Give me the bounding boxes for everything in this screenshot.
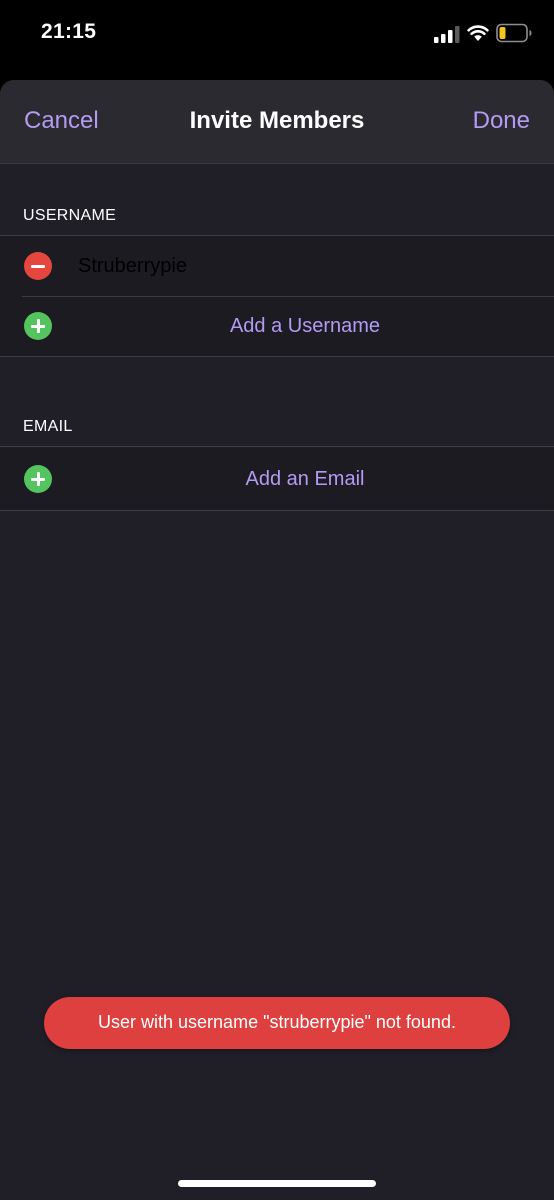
status-time: 21:15: [41, 20, 97, 43]
username-input[interactable]: [78, 251, 518, 281]
username-section-header: USERNAME: [23, 207, 117, 224]
username-entry-row: [0, 236, 554, 296]
battery-low-icon: [496, 23, 532, 43]
done-button[interactable]: Done: [473, 107, 530, 135]
email-section-header: EMAIL: [23, 418, 73, 435]
home-indicator[interactable]: [178, 1180, 376, 1187]
add-email-row[interactable]: Add an Email: [0, 447, 554, 510]
page-title: Invite Members: [189, 107, 365, 134]
add-username-button[interactable]: Add a Username: [56, 315, 554, 338]
email-group: Add an Email: [0, 446, 554, 511]
add-circle-icon[interactable]: [24, 465, 52, 493]
nav-bar: Cancel Invite Members Done: [0, 80, 554, 164]
toast-message: User with username "struberrypie" not fo…: [98, 1012, 456, 1032]
screen: 21:15 Cancel Invite Members Done USERNAM…: [0, 0, 554, 1200]
remove-circle-icon[interactable]: [24, 252, 52, 280]
username-group: Add a Username: [0, 235, 554, 357]
add-email-button[interactable]: Add an Email: [56, 468, 554, 491]
add-circle-icon[interactable]: [24, 312, 52, 340]
status-bar: 21:15: [0, 0, 554, 70]
wifi-icon: [467, 25, 489, 41]
cellular-signal-icon: [434, 26, 460, 43]
error-toast[interactable]: User with username "struberrypie" not fo…: [44, 997, 510, 1049]
add-username-row[interactable]: Add a Username: [0, 296, 554, 356]
